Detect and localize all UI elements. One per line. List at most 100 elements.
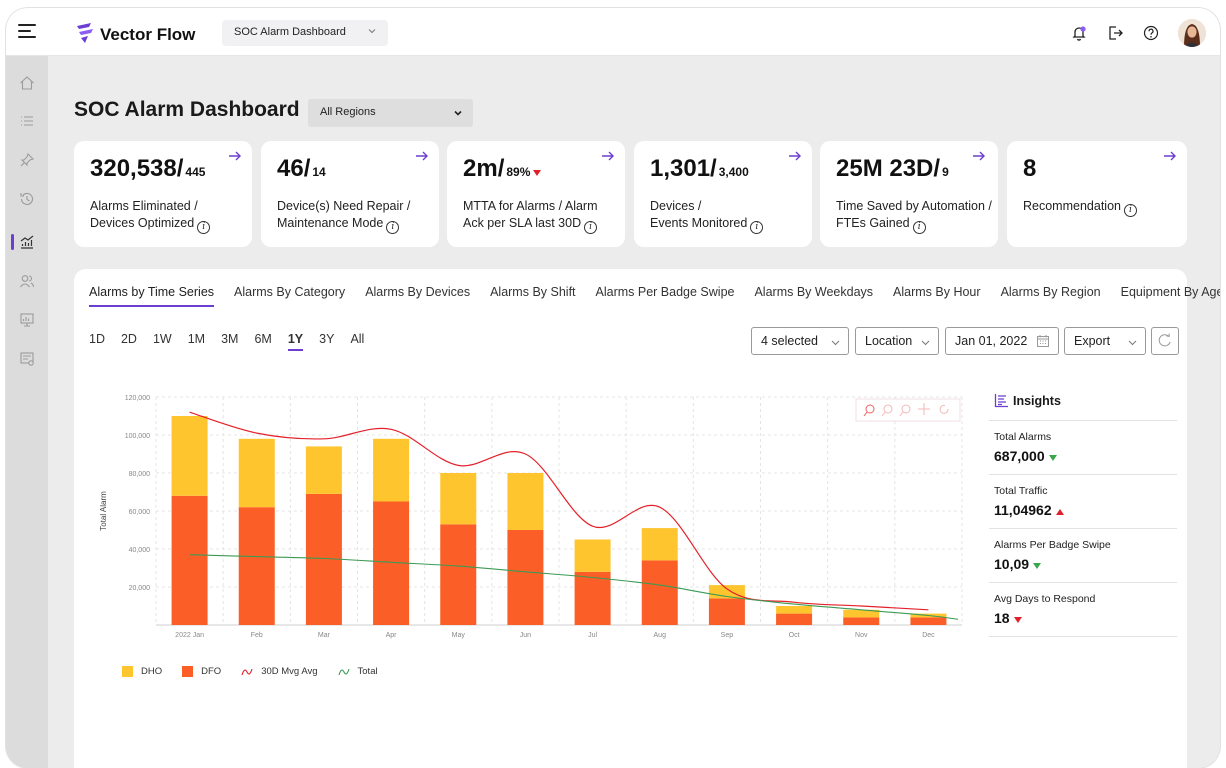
device-settings-icon[interactable] (18, 350, 36, 368)
bar-dfo (171, 495, 208, 625)
insights-title: Insights (1013, 394, 1061, 408)
tab-alarms-by-hour[interactable]: Alarms By Hour (893, 285, 981, 307)
kpi-card-devices-events[interactable]: 1,301/3,400 Devices / Events Monitored i (634, 141, 812, 247)
range-6m[interactable]: 6M (254, 332, 271, 351)
kpi-card-mtta[interactable]: 2m/89% MTTA for Alarms / Alarm Ack per SL… (447, 141, 625, 247)
dashboard-select[interactable]: SOC Alarm Dashboard (222, 20, 388, 46)
insights-header: Insights (989, 381, 1177, 421)
avatar[interactable] (1178, 19, 1206, 47)
tab-alarms-by-time-series[interactable]: Alarms by Time Series (89, 285, 215, 307)
x-tick-label: Sep (721, 632, 734, 639)
arrow-right-icon[interactable] (228, 150, 242, 162)
legend-item-dho[interactable]: DHO (122, 666, 162, 677)
info-icon[interactable]: i (584, 221, 598, 234)
legend-swatch (182, 666, 194, 677)
kpi-description: MTTA for Alarms / Alarm Ack per SLA last … (463, 199, 598, 234)
kpi-value: 8 (1023, 155, 1037, 182)
x-tick-label: Aug (654, 632, 667, 639)
y-axis-label: Total Alarm (99, 491, 108, 531)
chevron-down-icon (454, 110, 462, 116)
y-tick-label: 120,000 (125, 395, 150, 402)
range-all[interactable]: All (350, 332, 364, 351)
range-3m[interactable]: 3M (221, 332, 238, 351)
legend-item-total[interactable]: Total (337, 666, 378, 677)
chevron-down-icon (368, 29, 376, 34)
range-1d[interactable]: 1D (89, 332, 105, 351)
refresh-button[interactable] (1151, 327, 1179, 355)
info-icon[interactable]: i (750, 221, 764, 234)
tab-equipment-by-age[interactable]: Equipment By Age (1121, 285, 1220, 307)
tab-alarms-by-region[interactable]: Alarms By Region (1001, 285, 1101, 307)
vector-flow-logo-icon (77, 23, 93, 43)
bar-dfo (507, 530, 544, 625)
sidebar (6, 56, 48, 768)
kpi-card-recommendation[interactable]: 8 Recommendation i (1007, 141, 1187, 247)
region-select[interactable]: All Regions (308, 99, 473, 127)
arrow-right-icon[interactable] (1163, 150, 1177, 162)
arrow-right-icon[interactable] (972, 150, 986, 162)
range-1w[interactable]: 1W (153, 332, 172, 351)
legend-line-icon (337, 668, 350, 675)
legend-label: DHO (141, 666, 163, 677)
range-2d[interactable]: 2D (121, 332, 137, 351)
arrow-right-icon[interactable] (415, 150, 429, 162)
legend-item-dfo[interactable]: DFO (182, 666, 221, 677)
insight-label: Total Traffic (994, 485, 1048, 497)
date-picker[interactable]: Jan 01, 2022 (945, 327, 1059, 355)
x-tick-label: 2022 Jan (175, 632, 204, 639)
y-tick-label: 100,000 (125, 433, 150, 440)
info-icon[interactable]: i (197, 221, 211, 234)
legend-label: Total (357, 666, 378, 677)
bar-dho (574, 539, 611, 572)
legend-item-30d-mvg-avg[interactable]: 30D Mvg Avg (241, 666, 318, 677)
menu-icon[interactable] (18, 24, 36, 38)
users-icon[interactable] (18, 272, 36, 290)
kpi-card-alarms-eliminated[interactable]: 320,538/445 Alarms Eliminated / Devices O… (74, 141, 252, 247)
tab-alarms-by-devices[interactable]: Alarms By Devices (365, 285, 470, 307)
tab-alarms-by-weekdays[interactable]: Alarms By Weekdays (754, 285, 873, 307)
series-multiselect[interactable]: 4 selected (751, 327, 849, 355)
arrow-right-icon[interactable] (788, 150, 802, 162)
location-select-value: Location (865, 334, 913, 348)
notification-bell-icon[interactable] (1070, 24, 1088, 42)
y-tick-label: 20,000 (129, 585, 151, 592)
legend-label: 30D Mvg Avg (261, 666, 318, 677)
analytics-icon[interactable] (18, 233, 36, 251)
arrow-right-icon[interactable] (601, 150, 615, 162)
sidebar-active-indicator (11, 234, 14, 250)
chevron-down-icon (921, 340, 930, 346)
kpi-card-time-saved[interactable]: 25M 23D/9 Time Saved by Automation / FTEs… (820, 141, 998, 247)
range-1y[interactable]: 1Y (287, 332, 304, 351)
kpi-value: 46/14 (277, 155, 326, 182)
logout-icon[interactable] (1106, 24, 1124, 42)
info-icon[interactable]: i (1123, 204, 1137, 217)
kpi-card-devices-repair[interactable]: 46/14 Device(s) Need Repair / Maintenance… (261, 141, 439, 247)
range-3y[interactable]: 3Y (319, 332, 334, 351)
history-icon[interactable] (18, 190, 36, 208)
tab-alarms-per-badge-swipe[interactable]: Alarms Per Badge Swipe (596, 285, 735, 307)
bar-dfo (641, 560, 678, 625)
tab-alarms-by-category[interactable]: Alarms By Category (234, 285, 345, 307)
tab-alarms-by-shift[interactable]: Alarms By Shift (490, 285, 575, 307)
range-1m[interactable]: 1M (188, 332, 205, 351)
x-tick-label: Apr (386, 632, 398, 639)
home-icon[interactable] (18, 74, 36, 92)
kpi-description: Time Saved by Automation / FTEs Gained i (836, 199, 992, 234)
report-icon[interactable] (18, 311, 36, 329)
chart-panel: Alarms by Time Series Alarms By Category… (74, 269, 1220, 768)
list-icon[interactable] (18, 112, 36, 130)
location-select[interactable]: Location (855, 327, 939, 355)
insight-total-traffic: Total Traffic 11,04962 (989, 475, 1177, 529)
info-icon[interactable]: i (912, 221, 926, 234)
help-icon[interactable] (1142, 24, 1160, 42)
calendar-icon[interactable] (1036, 334, 1050, 348)
export-select[interactable]: Export (1064, 327, 1146, 355)
export-select-value: Export (1074, 334, 1111, 348)
bar-dfo (843, 617, 880, 625)
bar-dho (440, 473, 477, 525)
info-icon[interactable]: i (386, 221, 400, 234)
pin-icon[interactable] (18, 151, 36, 169)
insight-value: 10,09 (994, 556, 1177, 572)
insight-value: 18 (994, 610, 1177, 626)
top-actions (1070, 18, 1206, 48)
